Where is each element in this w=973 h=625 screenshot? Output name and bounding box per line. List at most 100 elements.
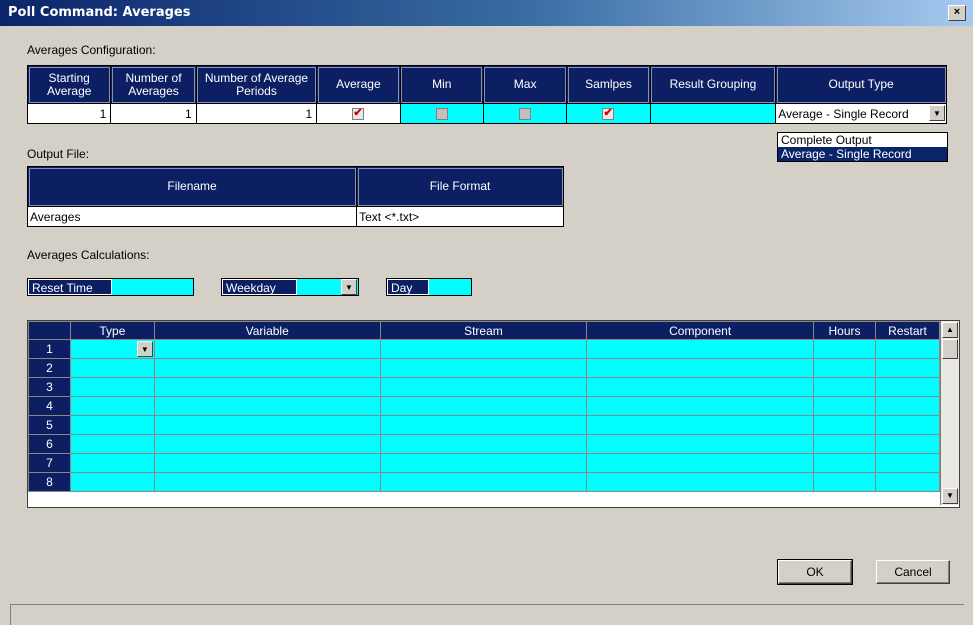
- chevron-down-icon[interactable]: ▼: [929, 105, 945, 121]
- arrow-down-icon: ▼: [946, 491, 954, 500]
- hours-cell[interactable]: [813, 434, 876, 454]
- reset-time-field[interactable]: Reset Time: [27, 278, 194, 296]
- type-cell[interactable]: [69, 358, 155, 378]
- averages-calculations-label: Averages Calculations:: [27, 248, 150, 262]
- number-of-average-periods-cell[interactable]: 1: [195, 103, 318, 124]
- weekday-select[interactable]: Weekday ▼: [221, 278, 359, 296]
- restart-cell[interactable]: [875, 453, 940, 473]
- row-number[interactable]: 4: [28, 396, 71, 416]
- scroll-down-button[interactable]: ▼: [942, 488, 958, 504]
- restart-cell[interactable]: [875, 377, 940, 397]
- close-button[interactable]: ×: [948, 5, 966, 21]
- row-number[interactable]: 6: [28, 434, 71, 454]
- stream-cell[interactable]: [379, 415, 588, 435]
- output-type-select[interactable]: Average - Single Record ▼: [775, 103, 947, 124]
- min-checkbox[interactable]: [435, 108, 448, 121]
- average-cell: [316, 103, 401, 124]
- hours-cell[interactable]: [813, 358, 876, 378]
- variable-cell[interactable]: [153, 434, 381, 454]
- ok-button[interactable]: OK: [777, 559, 853, 585]
- scroll-thumb[interactable]: [942, 339, 958, 359]
- close-icon: ×: [953, 6, 961, 18]
- row-number[interactable]: 7: [28, 453, 71, 473]
- day-field[interactable]: Day: [386, 278, 472, 296]
- stream-cell[interactable]: [379, 472, 588, 492]
- stream-cell[interactable]: [379, 358, 588, 378]
- filename-cell[interactable]: Averages: [26, 206, 358, 227]
- hours-cell[interactable]: [813, 339, 876, 359]
- average-checkbox[interactable]: [352, 106, 365, 121]
- component-cell[interactable]: [586, 396, 815, 416]
- chevron-down-icon[interactable]: ▼: [341, 279, 357, 295]
- header-number-of-average-periods: Number of Average Periods: [195, 65, 318, 104]
- stream-cell[interactable]: [379, 339, 588, 359]
- hours-cell[interactable]: [813, 415, 876, 435]
- component-cell[interactable]: [586, 415, 815, 435]
- type-cell[interactable]: [69, 415, 155, 435]
- stream-cell[interactable]: [379, 434, 588, 454]
- number-of-averages-cell[interactable]: 1: [110, 103, 197, 124]
- file-format-cell[interactable]: Text <*.txt>: [356, 206, 564, 227]
- variable-cell[interactable]: [153, 358, 381, 378]
- variable-cell[interactable]: [153, 415, 381, 435]
- header-starting-average: Starting Average: [26, 65, 112, 104]
- component-cell[interactable]: [586, 339, 815, 359]
- stream-cell[interactable]: [379, 396, 588, 416]
- calculations-grid: Type Variable Stream Component Hours Res…: [27, 320, 960, 508]
- grid-vertical-scrollbar[interactable]: ▲ ▼: [940, 321, 959, 505]
- starting-average-cell[interactable]: 1: [26, 103, 112, 124]
- calculations-grid-table: Type Variable Stream Component Hours Res…: [28, 321, 940, 492]
- type-cell[interactable]: [69, 434, 155, 454]
- hours-cell[interactable]: [813, 377, 876, 397]
- component-cell[interactable]: [586, 453, 815, 473]
- variable-cell[interactable]: [153, 453, 381, 473]
- stream-cell[interactable]: [379, 453, 588, 473]
- chevron-down-icon[interactable]: ▼: [136, 341, 153, 357]
- scroll-up-button[interactable]: ▲: [942, 322, 958, 338]
- hours-cell[interactable]: [813, 472, 876, 492]
- result-grouping-cell[interactable]: [649, 103, 777, 124]
- weekday-label: Weekday: [222, 279, 297, 295]
- variable-cell[interactable]: [153, 472, 381, 492]
- grid-corner: [28, 321, 71, 340]
- row-number[interactable]: 2: [28, 358, 71, 378]
- header-variable: Variable: [153, 321, 381, 340]
- samples-cell: [566, 103, 651, 124]
- max-checkbox[interactable]: [519, 108, 532, 121]
- restart-cell[interactable]: [875, 339, 940, 359]
- row-number[interactable]: 8: [28, 472, 71, 492]
- component-cell[interactable]: [586, 434, 815, 454]
- restart-cell[interactable]: [875, 396, 940, 416]
- type-cell[interactable]: [69, 396, 155, 416]
- restart-cell[interactable]: [875, 358, 940, 378]
- header-max: Max: [482, 65, 568, 104]
- component-cell[interactable]: [586, 377, 815, 397]
- row-number[interactable]: 3: [28, 377, 71, 397]
- row-number[interactable]: 5: [28, 415, 71, 435]
- restart-cell[interactable]: [875, 434, 940, 454]
- stream-cell[interactable]: [379, 377, 588, 397]
- reset-time-label: Reset Time: [28, 279, 112, 295]
- hours-cell[interactable]: [813, 453, 876, 473]
- type-cell[interactable]: [69, 453, 155, 473]
- restart-cell[interactable]: [875, 415, 940, 435]
- type-cell[interactable]: [69, 377, 155, 397]
- type-cell[interactable]: ▼: [69, 339, 155, 359]
- dropdown-option-average-single-record[interactable]: Average - Single Record: [778, 147, 947, 161]
- variable-cell[interactable]: [153, 339, 381, 359]
- restart-cell[interactable]: [875, 472, 940, 492]
- header-samples: Samlpes: [566, 65, 651, 104]
- component-cell[interactable]: [586, 472, 815, 492]
- samples-checkbox[interactable]: [602, 106, 615, 121]
- component-cell[interactable]: [586, 358, 815, 378]
- min-cell: [399, 103, 484, 124]
- variable-cell[interactable]: [153, 396, 381, 416]
- type-cell[interactable]: [69, 472, 155, 492]
- hours-cell[interactable]: [813, 396, 876, 416]
- variable-cell[interactable]: [153, 377, 381, 397]
- header-stream: Stream: [379, 321, 588, 340]
- cancel-button[interactable]: Cancel: [876, 560, 950, 584]
- dropdown-option-complete-output[interactable]: Complete Output: [778, 133, 947, 147]
- header-hours: Hours: [813, 321, 876, 340]
- row-number[interactable]: 1: [28, 339, 71, 359]
